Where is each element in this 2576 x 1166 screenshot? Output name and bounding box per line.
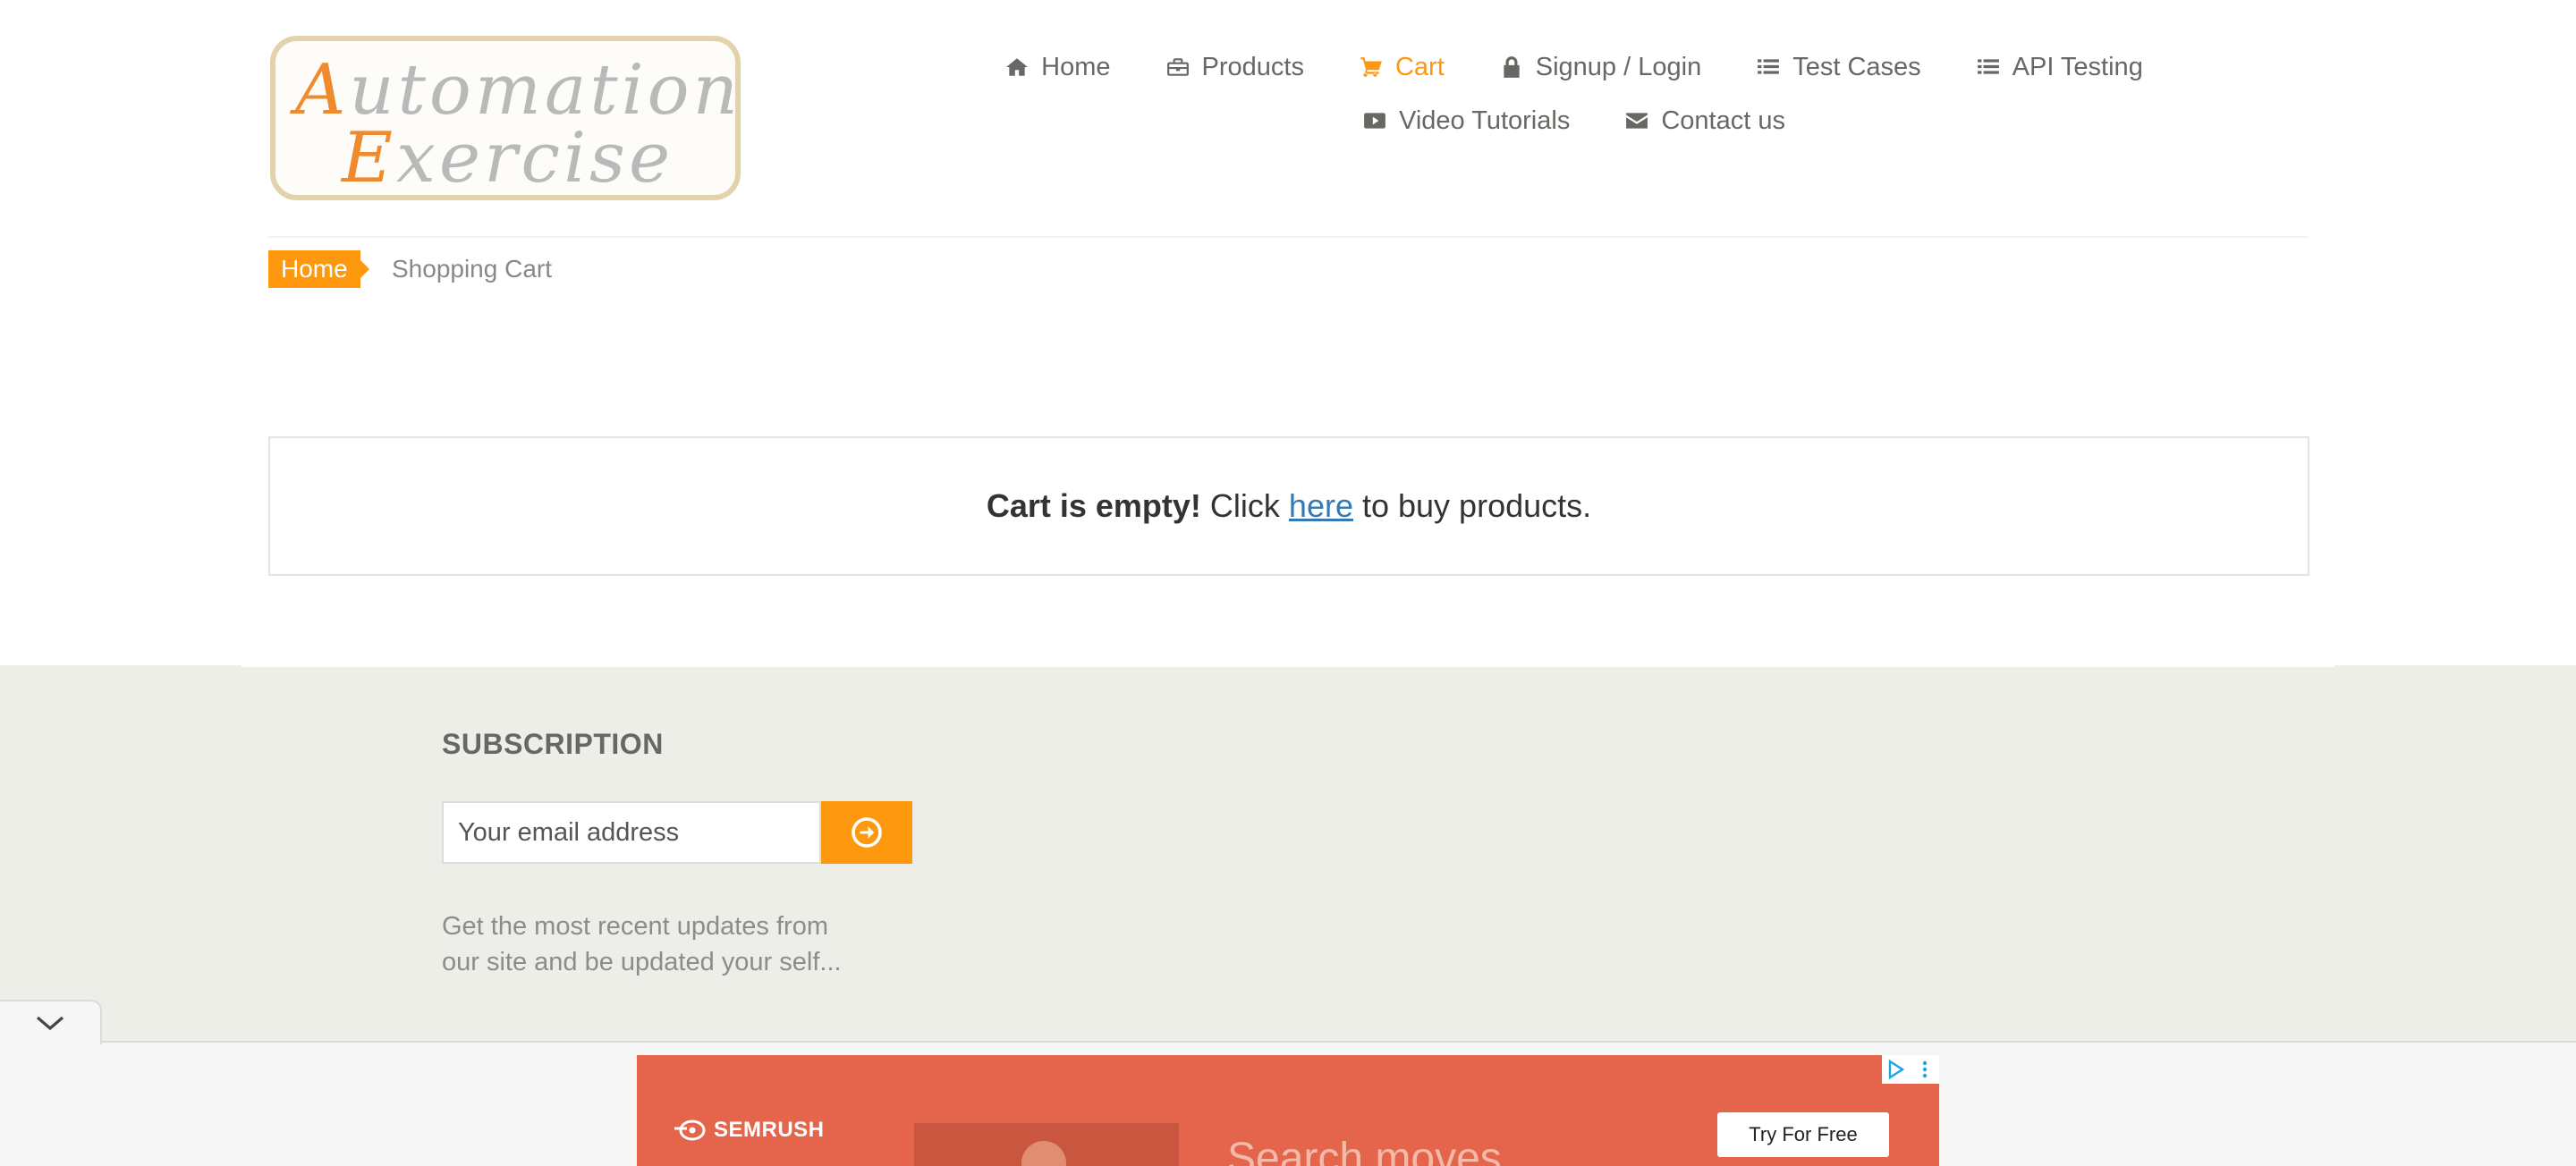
nav-signup-login[interactable]: Signup / Login [1500,50,1701,84]
empty-cart-text: Cart is empty! Click here to buy product… [987,487,1591,525]
nav-signup-login-label: Signup / Login [1535,52,1702,81]
list-icon [1758,59,1780,74]
list-icon [1977,59,1999,74]
nav-row-2: Video Tutorials Contact us [894,104,2254,138]
briefcase-icon [1166,58,1189,76]
subscription-description: Get the most recent updates from our sit… [442,912,842,976]
envelope-icon [1626,113,1648,129]
buy-products-link[interactable]: here [1289,487,1353,524]
logo-line-2-rest: xercise [395,118,674,199]
arrow-circle-right-icon [852,817,882,848]
ad-collapse-toggle[interactable] [0,1000,102,1044]
breadcrumb-home[interactable]: Home [268,250,369,288]
nav-home[interactable]: Home [1005,50,1111,84]
ad-brand: SEMRUSH [673,1118,825,1143]
youtube-play-icon [1364,113,1385,129]
nav-products[interactable]: Products [1166,50,1304,84]
nav-contact-us-label: Contact us [1661,106,1785,135]
subscription-title: SUBSCRIPTION [442,728,664,760]
chevron-down-icon [36,1016,64,1031]
header-divider [268,236,2308,238]
main-nav: Home Products Cart Signup / Login Test C… [894,50,2254,157]
ad-choices-icon[interactable] [1886,1060,1906,1079]
footer [0,665,2576,1041]
empty-cart-strong: Cart is empty! [986,487,1201,524]
subscribe-button[interactable] [821,801,912,864]
breadcrumb-current: Shopping Cart [392,255,553,283]
nav-video-tutorials[interactable]: Video Tutorials [1363,104,1570,138]
more-vertical-icon[interactable] [1915,1060,1935,1079]
nav-row-1: Home Products Cart Signup / Login Test C… [894,50,2254,84]
nav-test-cases[interactable]: Test Cases [1757,50,1921,84]
ad-brand-label: SEMRUSH [714,1118,825,1142]
ad-headline: Search moves [1227,1135,1502,1166]
empty-cart-post: to buy products. [1352,487,1592,524]
ad-choices[interactable] [1882,1055,1939,1084]
footer-divider [242,665,2334,667]
semrush-logo-icon [674,1120,706,1141]
nav-products-label: Products [1201,52,1304,81]
cart-icon [1360,57,1382,77]
subscription-email-input[interactable] [442,801,821,864]
nav-api-testing[interactable]: API Testing [1977,50,2143,84]
ad-banner[interactable]: SEMRUSH Search moves Try For Free [637,1055,1939,1166]
lock-icon [1504,56,1520,78]
nav-cart[interactable]: Cart [1360,50,1445,84]
nav-test-cases-label: Test Cases [1792,52,1921,81]
logo-line-2: Exercise [342,118,674,199]
home-icon [1006,58,1029,76]
empty-cart-pre: Click [1200,487,1289,524]
ad-image [914,1123,1179,1166]
nav-cart-label: Cart [1394,52,1445,81]
nav-video-tutorials-label: Video Tutorials [1399,106,1571,135]
site-logo[interactable]: Automation Exercise [270,36,741,200]
empty-cart-message: Cart is empty! Click here to buy product… [268,436,2309,576]
ad-try-for-free-button[interactable]: Try For Free [1717,1112,1889,1157]
nav-api-testing-label: API Testing [2012,52,2143,81]
nav-contact-us[interactable]: Contact us [1625,104,1785,138]
nav-home-label: Home [1041,52,1111,81]
